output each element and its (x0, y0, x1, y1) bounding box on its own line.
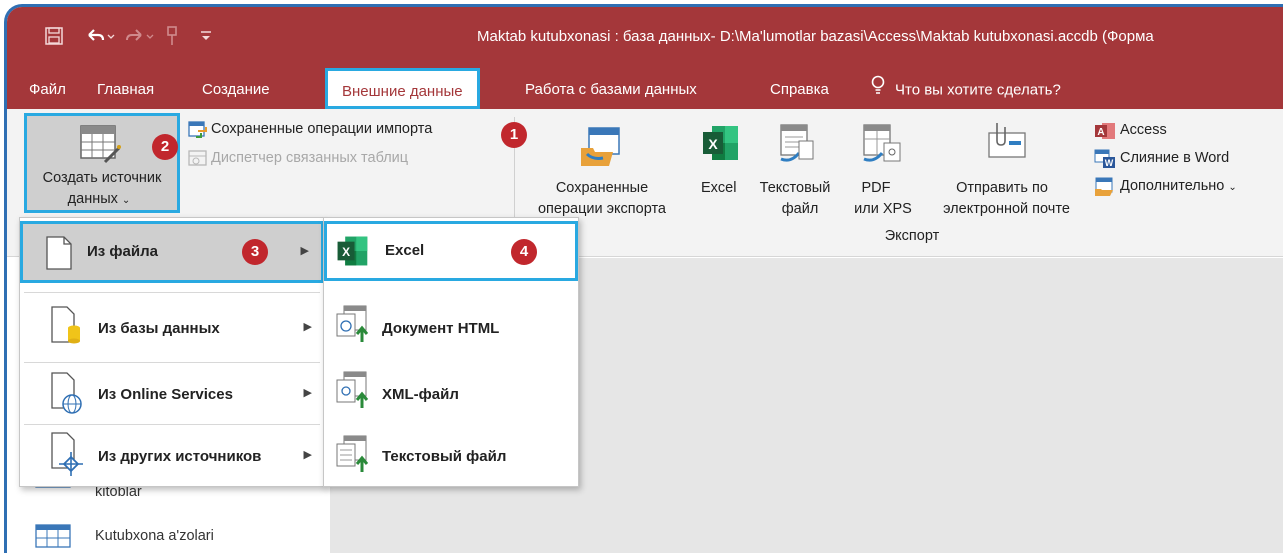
text-file-label-1[interactable]: Текстовый (747, 179, 843, 198)
more-export-icon (1094, 177, 1116, 200)
chevron-right-icon: ▶ (303, 321, 312, 333)
tab-help[interactable]: Справка (770, 75, 829, 105)
xml-file-icon (336, 370, 370, 413)
create-source-label-2: данных ⌄ (24, 190, 174, 210)
globe-file-icon (48, 372, 84, 419)
chevron-down-icon: ⌄ (1228, 182, 1237, 193)
file-icon (45, 236, 73, 273)
saved-imports-icon (188, 121, 208, 142)
email-label-1[interactable]: Отправить по (947, 179, 1057, 198)
connector-file-icon (48, 432, 84, 479)
nav-item-kutubxona-azolari[interactable]: Kutubxona a'zolari (95, 528, 214, 544)
tab-database-tools[interactable]: Работа с базами данных (525, 75, 697, 105)
export-group-label: Экспорт (884, 228, 940, 244)
step-badge-3: 3 (242, 239, 268, 265)
from-other-sources-label: Из других источников (98, 448, 262, 465)
lightbulb-icon (871, 75, 885, 106)
redo-icon[interactable] (125, 25, 155, 47)
step-badge-1: 1 (501, 122, 527, 148)
window-title: Maktab kutubxonasi : база данных- D:\Ma'… (477, 28, 1154, 45)
text-file-export-icon (777, 123, 817, 168)
from-online-services-label: Из Online Services (98, 386, 233, 403)
from-file-label: Из файла (87, 243, 158, 260)
chevron-right-icon: ▶ (303, 449, 312, 461)
svg-text:X: X (708, 136, 718, 152)
tab-home[interactable]: Главная (97, 75, 154, 105)
table-wizard-icon (79, 124, 123, 167)
pin-icon[interactable] (165, 25, 179, 47)
saved-imports-button[interactable]: Сохраненные операции импорта (211, 120, 432, 139)
application-window: Maktab kutubxonasi : база данных- D:\Ma'… (4, 4, 1283, 553)
customize-icon[interactable] (199, 25, 213, 47)
tell-me-box[interactable]: Что вы хотите сделать? (871, 75, 1061, 105)
saved-exports-label-1[interactable]: Сохраненные (547, 179, 657, 198)
excel-label: Excel (385, 242, 425, 259)
menu-divider (24, 424, 320, 425)
ribbon-tabs: Файл Главная Создание Внешние данные Раб… (7, 65, 1283, 109)
excel-icon: X (700, 123, 740, 166)
chevron-down-icon: ⌄ (121, 195, 131, 206)
menu-item-from-other-sources[interactable]: Из других источников ▶ (20, 426, 324, 488)
title-bar: Maktab kutubxonasi : база данных- D:\Ma'… (7, 7, 1283, 65)
save-icon[interactable] (45, 25, 63, 47)
text-file-icon (336, 434, 370, 477)
pdf-label-1[interactable]: PDF (847, 179, 905, 198)
step-badge-4: 4 (511, 239, 537, 265)
pdf-label-2[interactable]: или XPS (842, 200, 924, 219)
create-source-label-1: Создать источник (42, 170, 162, 186)
word-merge-button[interactable]: Слияние в Word (1120, 149, 1229, 168)
from-database-label: Из базы данных (98, 320, 220, 337)
linked-table-manager-button[interactable]: Диспетчер связанных таблиц (211, 149, 408, 168)
tell-me-label: Что вы хотите сделать? (895, 81, 1061, 99)
menu-item-from-database[interactable]: Из базы данных ▶ (20, 298, 324, 360)
chevron-right-icon: ▶ (300, 245, 309, 257)
undo-icon[interactable] (85, 25, 115, 47)
html-document-label: Документ HTML (382, 320, 500, 337)
saved-exports-icon (579, 124, 623, 171)
database-file-icon (48, 306, 82, 349)
pdf-export-icon (862, 123, 902, 168)
export-access-button[interactable]: Access (1120, 121, 1167, 140)
excel-icon: X (335, 234, 369, 271)
table-icon (35, 524, 71, 551)
menu-item-html-document[interactable]: Документ HTML (324, 298, 578, 360)
menu-item-excel[interactable]: X Excel (324, 221, 578, 281)
svg-text:W: W (1105, 158, 1114, 168)
menu-item-text-file[interactable]: Текстовый файл (324, 426, 578, 488)
more-export-button[interactable]: Дополнительно ⌄ (1120, 177, 1237, 197)
svg-text:X: X (342, 245, 350, 259)
email-attachment-icon (985, 121, 1029, 164)
access-icon: A (1094, 121, 1116, 144)
tab-external-data[interactable]: Внешние данные (325, 68, 480, 109)
menu-divider (24, 292, 320, 293)
xml-file-label: XML-файл (382, 386, 459, 403)
step-badge-2: 2 (152, 134, 178, 160)
create-source-label-2-text: данных (67, 191, 118, 207)
word-merge-icon: W (1094, 149, 1116, 172)
file-type-menu: X Excel Документ HTML XML-файл Текстовый… (323, 217, 579, 487)
tab-file[interactable]: Файл (29, 75, 66, 105)
menu-divider (24, 362, 320, 363)
text-file-label: Текстовый файл (382, 448, 507, 465)
data-source-menu: Из файла ▶ Из базы данных ▶ Из Online Se… (19, 217, 325, 487)
create-data-source-button[interactable]: Создать источник данных ⌄ (24, 113, 180, 213)
linked-table-manager-icon (188, 149, 208, 170)
html-document-icon (336, 304, 370, 347)
svg-text:A: A (1097, 127, 1104, 138)
text-file-label-2[interactable]: файл (747, 200, 853, 219)
tab-create[interactable]: Создание (202, 75, 270, 105)
chevron-right-icon: ▶ (303, 387, 312, 399)
menu-item-from-file[interactable]: Из файла ▶ (20, 221, 324, 283)
export-excel-button[interactable]: Excel (701, 179, 736, 198)
more-export-label: Дополнительно (1120, 178, 1225, 194)
email-label-2[interactable]: электронной почте (934, 200, 1079, 219)
menu-item-xml-file[interactable]: XML-файл (324, 364, 578, 426)
menu-item-from-online-services[interactable]: Из Online Services ▶ (20, 364, 324, 426)
